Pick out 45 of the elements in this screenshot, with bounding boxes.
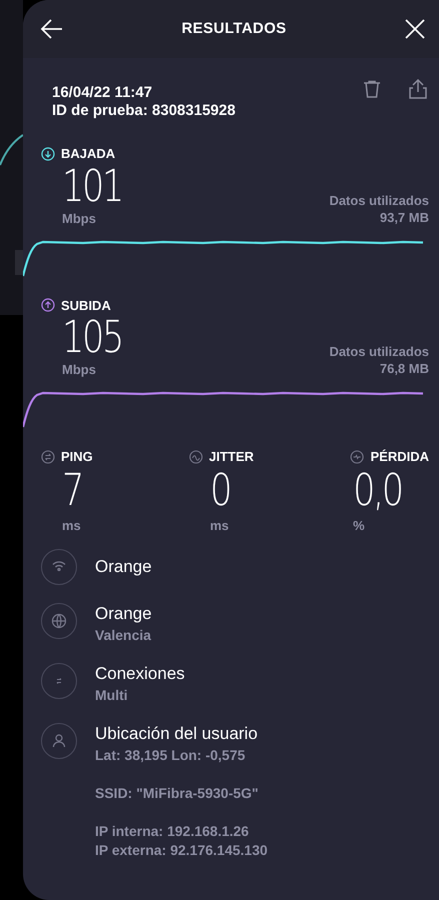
speed-value: 105 [62,315,122,361]
metric-value: 0 [210,466,230,514]
info-detail: SSID: "MiFibra-5930-5G" [95,784,260,802]
arrows-icon [41,662,77,698]
test-id: ID de prueba: 8308315928 [52,102,236,120]
pulse-icon [350,450,364,464]
info-subtitle: Lat: 38,195 Lon: -0,575 [95,746,246,764]
metric-unit: ms [62,516,81,534]
data-used-label: Datos utilizados [329,192,429,208]
speed-value: 101 [62,164,122,210]
metric-value: 0,0 [353,466,402,514]
metric-unit: % [353,516,365,534]
speed-unit: Mbps [62,210,97,228]
info-detail: IP externa: 92.176.145.130 [95,840,268,860]
info-title: Conexiones [95,662,185,684]
wifi-icon [41,548,77,584]
metric-value: 7 [62,466,82,514]
screen-title: RESULTADOS [182,18,286,39]
metric-label: JITTER [209,448,254,466]
info-title: Orange [95,602,152,624]
speed-label: SUBIDA [61,296,111,314]
metric-unit: ms [210,516,229,534]
user-icon [41,722,77,758]
metric-label: PÉRDIDA [370,448,429,466]
data-used-value: 76,8 MB [380,360,429,377]
close-icon [403,17,427,41]
data-used-value: 93,7 MB [380,208,429,226]
wave-icon [189,450,203,464]
delete-button[interactable] [361,78,383,100]
close-button[interactable] [403,17,427,41]
data-used-label: Datos utilizados [329,343,429,360]
trash-icon [361,78,383,100]
speed-unit: Mbps [62,361,97,379]
share-icon [407,78,429,100]
speed-label: BAJADA [61,145,116,163]
share-button[interactable] [407,78,429,100]
globe-icon [41,602,77,638]
info-detail: IP interna: 192.168.1.26 [95,822,250,840]
info-title: Ubicación del usuario [95,722,259,744]
metric-label: PING [61,448,93,466]
info-subtitle: Multi [95,686,129,704]
info-title: Orange [95,556,152,578]
info-subtitle: Valencia [95,626,152,644]
ping-icon [41,450,55,464]
test-date: 16/04/22 11:47 [52,84,154,102]
